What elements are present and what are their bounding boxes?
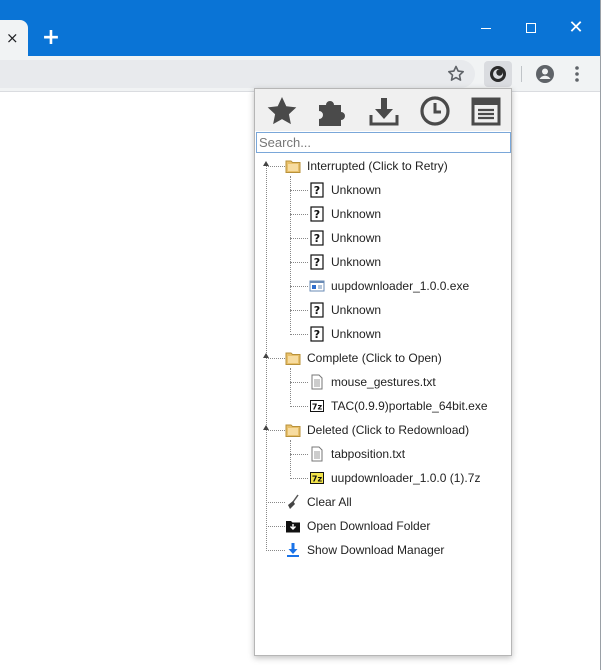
- star-icon[interactable]: [265, 95, 299, 127]
- download-icon[interactable]: [367, 95, 401, 127]
- text-file-icon: [311, 446, 323, 462]
- folder-icon: [285, 160, 301, 173]
- tree-branch-line: [290, 176, 291, 332]
- extension-logo-icon: [490, 66, 506, 82]
- collapse-toggle[interactable]: [263, 353, 269, 358]
- svg-text:?: ?: [314, 328, 320, 341]
- collapse-toggle[interactable]: [263, 161, 269, 166]
- unknown-file-icon: ?: [310, 182, 324, 198]
- collapse-toggle[interactable]: [263, 425, 269, 430]
- kebab-menu-icon: [575, 66, 579, 82]
- unknown-file-icon: ?: [310, 230, 324, 246]
- clock-icon[interactable]: [418, 95, 452, 127]
- window-close-button[interactable]: ✕: [553, 14, 599, 42]
- popup-toolbar: [255, 89, 511, 131]
- svg-text:?: ?: [314, 304, 320, 317]
- downloads-popup: Search... Interrupted (Click to Retry) ?…: [254, 88, 512, 656]
- toolbar-separator: [521, 66, 522, 82]
- title-bar: × + ✕: [0, 0, 600, 56]
- text-file-icon: [311, 374, 323, 390]
- address-bar[interactable]: [0, 60, 475, 88]
- unknown-file-icon: ?: [310, 326, 324, 342]
- 7z-file-icon: 7z: [310, 472, 324, 484]
- browser-tab[interactable]: ×: [0, 20, 28, 56]
- puzzle-icon[interactable]: [316, 95, 350, 127]
- broom-icon: [288, 494, 299, 509]
- unknown-file-icon: ?: [310, 254, 324, 270]
- unknown-file-icon: ?: [310, 206, 324, 222]
- browser-toolbar: [0, 56, 600, 92]
- extension-button[interactable]: [484, 61, 512, 87]
- notes-icon[interactable]: [469, 95, 503, 127]
- download-folder-icon: [286, 521, 300, 533]
- svg-text:?: ?: [314, 208, 320, 221]
- 7z-exe-file-icon: 7z: [310, 400, 324, 412]
- maximize-icon: [526, 23, 536, 33]
- folder-icon: [285, 424, 301, 437]
- window-frame-edge: [600, 0, 614, 670]
- tab-close-button[interactable]: ×: [6, 29, 19, 47]
- svg-text:7z: 7z: [312, 475, 323, 484]
- tree-branch-line: [290, 440, 291, 476]
- search-input[interactable]: Search...: [256, 132, 511, 153]
- svg-text:?: ?: [314, 256, 320, 269]
- unknown-file-icon: ?: [310, 302, 324, 318]
- minimize-button[interactable]: [463, 14, 509, 42]
- bookmark-star-button[interactable]: [444, 62, 468, 86]
- tree-branch-line: [290, 368, 291, 404]
- minimize-icon: [481, 28, 491, 29]
- svg-text:7z: 7z: [312, 403, 323, 412]
- new-tab-button[interactable]: +: [40, 27, 62, 49]
- profile-button[interactable]: [533, 62, 557, 86]
- folder-icon: [285, 352, 301, 365]
- svg-text:?: ?: [314, 232, 320, 245]
- star-outline-icon: [448, 65, 464, 81]
- download-arrow-icon: [287, 543, 299, 557]
- browser-menu-button[interactable]: [567, 62, 587, 86]
- exe-file-icon: [309, 280, 325, 292]
- maximize-button[interactable]: [508, 14, 554, 42]
- svg-text:?: ?: [314, 184, 320, 197]
- account-icon: [536, 65, 554, 83]
